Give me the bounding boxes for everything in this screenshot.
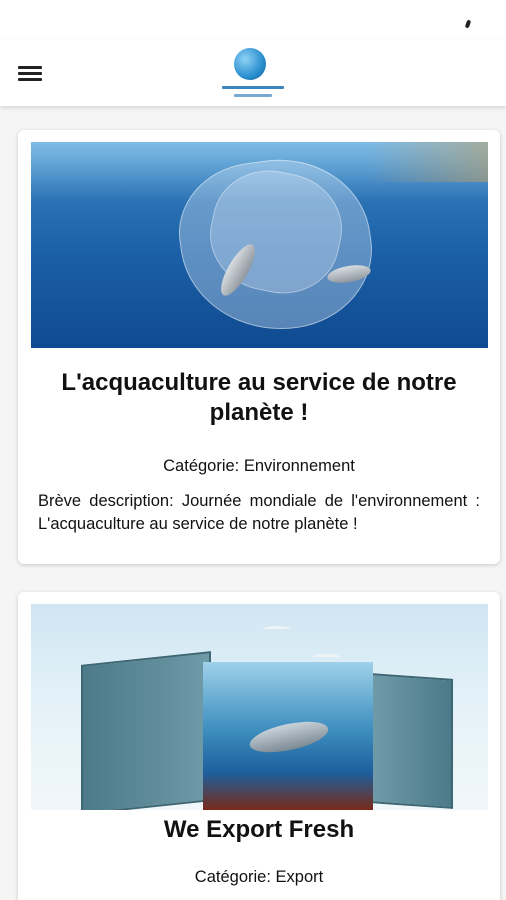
ocean-plastic-bag-fish-image	[31, 142, 488, 348]
article-card[interactable]: We Export Fresh Catégorie: Export	[18, 592, 500, 900]
signal-icon	[464, 19, 472, 29]
article-title: We Export Fresh	[163, 816, 355, 843]
company-logo	[218, 46, 288, 104]
article-category: Catégorie: Export	[194, 868, 324, 886]
app-bar	[0, 40, 506, 106]
article-description: Brève description: Journée mondiale de l…	[38, 492, 480, 533]
article-category: Catégorie: Environnement	[163, 457, 355, 475]
hamburger-menu-icon[interactable]	[18, 64, 44, 84]
article-list: L'acquaculture au service de notre planè…	[0, 106, 506, 900]
status-bar	[0, 0, 506, 40]
logo-globe-icon	[234, 48, 266, 80]
article-card[interactable]: L'acquaculture au service de notre planè…	[18, 130, 500, 564]
article-title: L'acquaculture au service de notre planè…	[61, 369, 457, 426]
shipping-container-ocean-image	[31, 604, 488, 810]
